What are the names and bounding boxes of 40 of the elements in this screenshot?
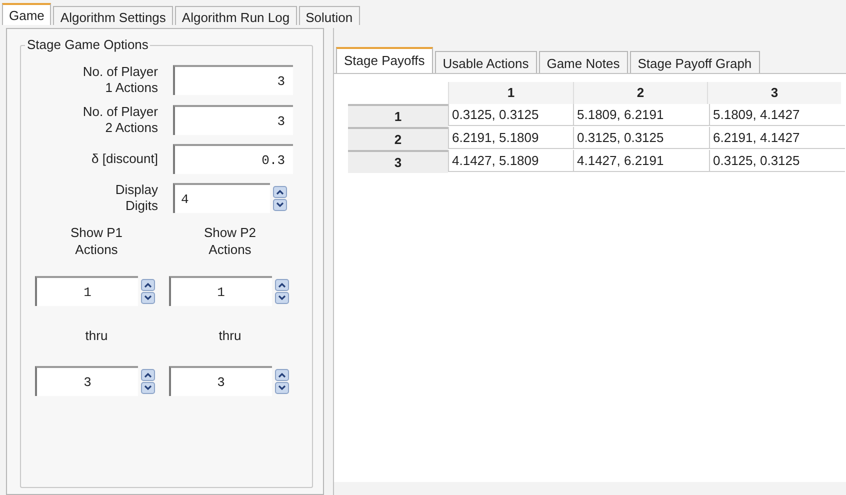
tab[interactable]: Usable Actions xyxy=(434,51,537,73)
field-label: No. of Player 2 Actions xyxy=(82,104,158,136)
tab[interactable]: Game xyxy=(2,3,52,25)
spinner-field[interactable]: 4 xyxy=(173,183,270,213)
table-cell: 5.1809, 4.1427 xyxy=(709,104,845,126)
spinner-field[interactable]: 3 xyxy=(168,366,272,396)
tab[interactable]: Game Notes xyxy=(538,51,628,73)
input-field[interactable]: 3 xyxy=(173,105,293,135)
thru-label: thru xyxy=(84,328,109,343)
range-label: Show P1 Actions xyxy=(69,224,124,258)
row-header: 3 xyxy=(348,150,448,173)
tab[interactable]: Solution xyxy=(298,6,360,25)
table-cell: 4.1427, 6.2191 xyxy=(573,150,709,172)
field-label: Display Digits xyxy=(114,182,158,214)
tab[interactable]: Algorithm Run Log xyxy=(174,6,297,25)
input-field[interactable]: 3 xyxy=(173,65,293,95)
field-label: δ [discount] xyxy=(90,151,158,167)
column-header: 1 xyxy=(448,82,573,104)
range-label: Show P2 Actions xyxy=(202,224,258,258)
table-cell: 4.1427, 5.1809 xyxy=(448,150,573,172)
spinner-field[interactable]: 1 xyxy=(35,276,138,306)
tab[interactable]: Stage Payoffs xyxy=(336,47,433,73)
table-cell: 0.3125, 0.3125 xyxy=(448,104,573,126)
table-cell: 5.1809, 6.2191 xyxy=(573,104,709,126)
column-header: 3 xyxy=(707,82,841,104)
thru-label: thru xyxy=(218,328,242,343)
spinner-field[interactable]: 3 xyxy=(35,366,138,396)
row-header: 2 xyxy=(348,127,448,150)
tab[interactable]: Stage Payoff Graph xyxy=(630,51,760,73)
table-cell: 6.2191, 5.1809 xyxy=(448,127,573,149)
table-cell: 0.3125, 0.3125 xyxy=(573,127,709,149)
column-header: 2 xyxy=(573,82,707,104)
field-label: No. of Player 1 Actions xyxy=(82,64,158,96)
row-header: 1 xyxy=(348,104,448,127)
group-title: Stage Game Options xyxy=(25,37,150,52)
table-cell: 0.3125, 0.3125 xyxy=(709,150,845,172)
spinner-field[interactable]: 1 xyxy=(168,276,272,306)
tab[interactable]: Algorithm Settings xyxy=(53,6,173,25)
table-cell: 6.2191, 4.1427 xyxy=(709,127,845,149)
input-field[interactable]: 0.3 xyxy=(173,144,293,174)
